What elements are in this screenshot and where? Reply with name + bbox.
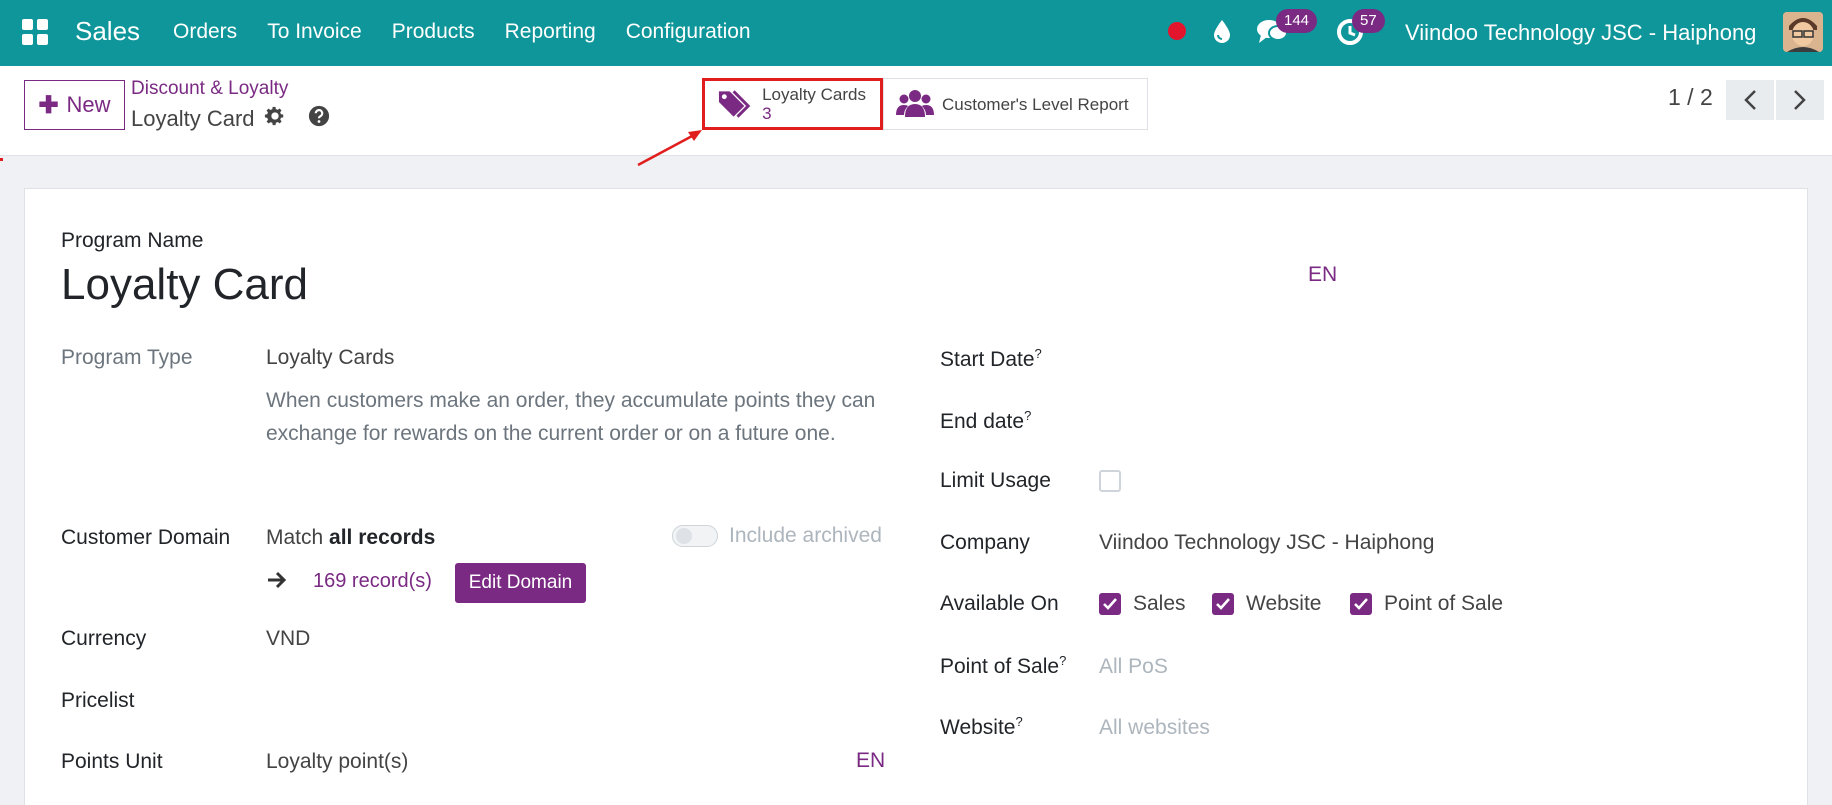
drop-icon[interactable] — [1211, 18, 1233, 44]
tags-icon — [718, 90, 751, 118]
record-title: Loyalty Card — [131, 106, 255, 131]
help-icon[interactable] — [308, 105, 330, 127]
annotation-arrow — [637, 130, 702, 167]
app-name[interactable]: Sales — [75, 16, 140, 47]
menu-configuration[interactable]: Configuration — [626, 20, 751, 44]
pager-next-button[interactable] — [1776, 80, 1824, 120]
main-menu: Orders To Invoice Products Reporting Con… — [173, 20, 781, 44]
smart-buttons: Loyalty Cards 3 Customer's Level Report — [702, 78, 1148, 130]
chevron-left-icon — [1744, 90, 1756, 110]
currency-label: Currency — [61, 627, 147, 650]
customer-level-report-label: Customer's Level Report — [942, 94, 1129, 114]
point-of-sale-label: Point of Sale? — [940, 653, 1066, 679]
gear-icon[interactable] — [264, 105, 286, 127]
arrow-right-icon — [268, 571, 287, 589]
users-icon — [896, 90, 934, 117]
website-field[interactable]: All websites — [1099, 716, 1210, 740]
menu-products[interactable]: Products — [392, 20, 475, 44]
available-on-website-label: Website — [1246, 592, 1322, 615]
available-on-sales-label: Sales — [1133, 592, 1186, 615]
chevron-right-icon — [1794, 90, 1806, 110]
points-unit-label: Points Unit — [61, 750, 163, 773]
new-button-label: New — [66, 92, 111, 117]
website-help[interactable]: ? — [1015, 714, 1022, 729]
loyalty-cards-smart-button[interactable]: Loyalty Cards 3 — [702, 78, 883, 130]
points-unit-field[interactable]: Loyalty point(s) — [266, 750, 408, 774]
domain-match-prefix: Match — [266, 526, 324, 549]
customer-level-report-button[interactable]: Customer's Level Report — [883, 78, 1148, 130]
activity-count-badge: 57 — [1352, 9, 1385, 33]
loyalty-cards-count: 3 — [762, 104, 772, 123]
new-button[interactable]: ✚ New — [24, 80, 125, 130]
website-label: Website? — [940, 714, 1023, 740]
program-type-description: When customers make an order, they accum… — [266, 389, 876, 445]
start-date-help[interactable]: ? — [1035, 346, 1042, 361]
program-type-field[interactable]: Loyalty Cards — [266, 346, 394, 370]
top-navbar: Sales Orders To Invoice Products Reporti… — [0, 0, 1832, 66]
domain-match-all-records: all records — [329, 526, 436, 549]
avatar[interactable] — [1783, 12, 1823, 52]
message-count-badge: 144 — [1276, 9, 1318, 33]
website-label-text: Website — [940, 716, 1016, 739]
points-unit-language-button[interactable]: EN — [856, 749, 885, 773]
customer-domain-label: Customer Domain — [61, 526, 231, 549]
available-on-label: Available On — [940, 592, 1059, 615]
available-on-sales-checkbox[interactable] — [1099, 593, 1121, 615]
company-field[interactable]: Viindoo Technology JSC - Haiphong — [1099, 531, 1434, 555]
domain-match-text: Match all records — [266, 526, 435, 550]
currency-field[interactable]: VND — [266, 627, 310, 651]
available-on-pos-label: Point of Sale — [1384, 592, 1504, 615]
limit-usage-checkbox[interactable] — [1099, 470, 1121, 492]
pricelist-label: Pricelist — [61, 689, 135, 712]
apps-icon[interactable] — [22, 19, 48, 45]
pager-value[interactable]: 1 / 2 — [1668, 84, 1713, 111]
end-date-label: End date? — [940, 408, 1031, 434]
breadcrumb-discount-loyalty[interactable]: Discount & Loyalty — [131, 78, 288, 100]
point-of-sale-field[interactable]: All PoS — [1099, 655, 1168, 679]
menu-to-invoice[interactable]: To Invoice — [267, 20, 362, 44]
program-name-label: Program Name — [61, 229, 204, 252]
pager-previous-button[interactable] — [1726, 80, 1774, 120]
available-on-pos-checkbox[interactable] — [1350, 593, 1372, 615]
start-date-label-text: Start Date — [940, 348, 1035, 371]
plus-icon: ✚ — [38, 91, 59, 119]
point-of-sale-label-text: Point of Sale — [940, 655, 1060, 678]
limit-usage-label: Limit Usage — [940, 469, 1051, 492]
loyalty-cards-label: Loyalty Cards — [762, 85, 866, 104]
start-date-label: Start Date? — [940, 346, 1042, 372]
point-of-sale-help[interactable]: ? — [1059, 653, 1066, 668]
end-date-label-text: End date — [940, 410, 1025, 433]
program-type-label: Program Type — [61, 346, 193, 369]
company-label: Company — [940, 531, 1030, 554]
control-panel: ✚ New Discount & Loyalty Loyalty Card Loy… — [0, 66, 1832, 156]
end-date-help[interactable]: ? — [1024, 408, 1031, 423]
program-name-language-button[interactable]: EN — [1308, 263, 1337, 287]
record-icon[interactable] — [1168, 22, 1186, 40]
program-name-field[interactable]: Loyalty Card — [61, 260, 308, 310]
menu-orders[interactable]: Orders — [173, 20, 237, 44]
include-archived-label: Include archived — [729, 524, 882, 547]
record-count-link[interactable]: 169 record(s) — [313, 570, 432, 593]
annotation-mark — [0, 158, 3, 161]
edit-domain-button[interactable]: Edit Domain — [455, 563, 586, 603]
available-on-website-checkbox[interactable] — [1212, 593, 1234, 615]
include-archived-toggle[interactable] — [672, 525, 718, 547]
company-switcher[interactable]: Viindoo Technology JSC - Haiphong — [1405, 20, 1756, 46]
menu-reporting[interactable]: Reporting — [505, 20, 596, 44]
